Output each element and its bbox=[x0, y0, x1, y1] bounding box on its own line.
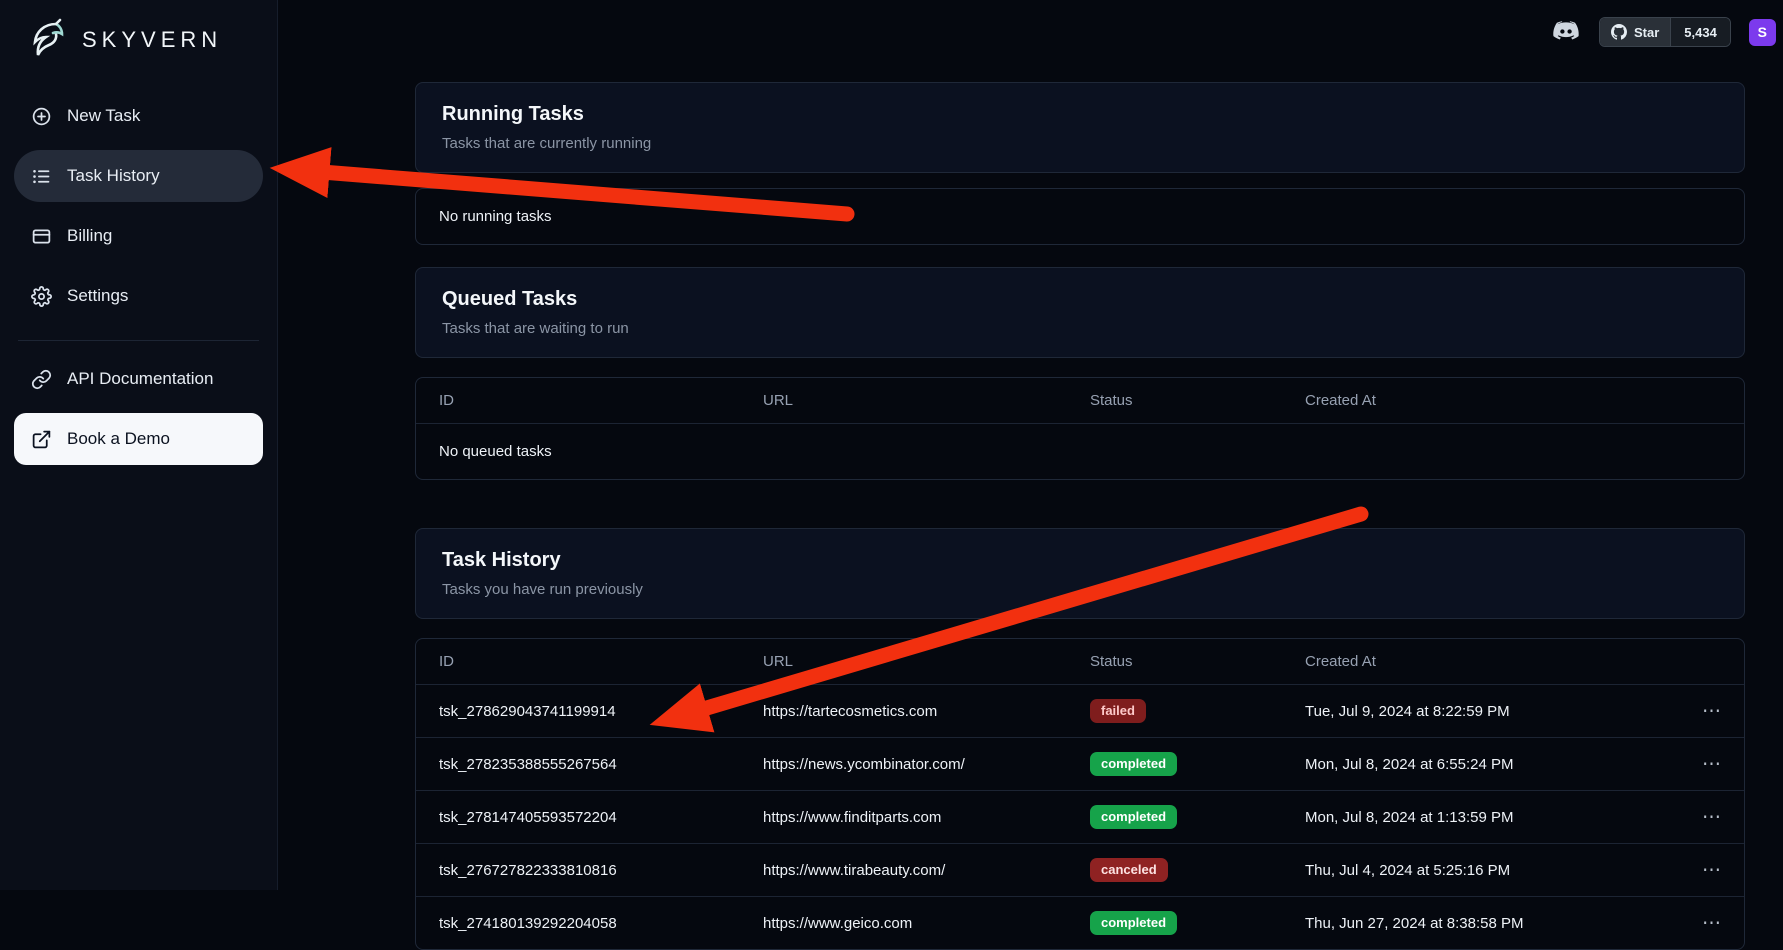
queued-table-header-row: ID URL Status Created At bbox=[416, 378, 1744, 423]
link-icon bbox=[31, 369, 52, 390]
main-content: Running Tasks Tasks that are currently r… bbox=[415, 82, 1745, 950]
github-icon bbox=[1611, 24, 1627, 40]
list-icon bbox=[31, 166, 52, 187]
task-id: tsk_276727822333810816 bbox=[439, 862, 763, 879]
history-table-header-row: ID URL Status Created At bbox=[416, 639, 1744, 684]
external-link-icon bbox=[31, 429, 52, 450]
status-badge: completed bbox=[1090, 911, 1177, 935]
status-badge: completed bbox=[1090, 752, 1177, 776]
queued-tasks-header: Queued Tasks Tasks that are waiting to r… bbox=[415, 267, 1745, 358]
sidebar-item-label: New Task bbox=[67, 106, 140, 126]
table-row[interactable]: tsk_276727822333810816 https://www.tirab… bbox=[416, 843, 1744, 896]
queued-tasks-table: ID URL Status Created At No queued tasks bbox=[415, 377, 1745, 480]
task-url: https://www.geico.com bbox=[763, 915, 1090, 932]
github-star-label: Star bbox=[1634, 25, 1659, 40]
credit-card-icon bbox=[31, 226, 52, 247]
gear-icon bbox=[31, 286, 52, 307]
task-created-at: Thu, Jul 4, 2024 at 5:25:16 PM bbox=[1305, 862, 1677, 879]
task-history-section: Task History Tasks you have run previous… bbox=[415, 528, 1745, 950]
sidebar-item-task-history[interactable]: Task History bbox=[14, 150, 263, 202]
column-header-created-at: Created At bbox=[1305, 392, 1677, 409]
sidebar-item-label: Billing bbox=[67, 226, 112, 246]
queued-tasks-section: Queued Tasks Tasks that are waiting to r… bbox=[415, 267, 1745, 480]
app-root: { "app": { "title": "SKYVERN" }, "topbar… bbox=[0, 0, 1783, 890]
column-header-id: ID bbox=[439, 392, 763, 409]
github-star-button[interactable]: Star bbox=[1600, 18, 1670, 46]
task-url: https://tartecosmetics.com bbox=[763, 703, 1090, 720]
task-id: tsk_278629043741199914 bbox=[439, 703, 763, 720]
row-actions-button[interactable]: ⋯ bbox=[1677, 806, 1721, 829]
task-url: https://www.tirabeauty.com/ bbox=[763, 862, 1090, 879]
skyvern-logo[interactable]: SKYVERN bbox=[14, 0, 263, 78]
status-badge: canceled bbox=[1090, 858, 1168, 882]
task-history-table: ID URL Status Created At tsk_27862904374… bbox=[415, 638, 1745, 950]
task-url: https://news.ycombinator.com/ bbox=[763, 756, 1090, 773]
sidebar-divider bbox=[18, 340, 259, 341]
sidebar-nav-secondary: API Documentation Book a Demo bbox=[14, 353, 263, 465]
sidebar-item-label: Book a Demo bbox=[67, 429, 170, 449]
task-created-at: Mon, Jul 8, 2024 at 6:55:24 PM bbox=[1305, 756, 1677, 773]
column-header-url: URL bbox=[763, 392, 1090, 409]
sidebar-item-api-documentation[interactable]: API Documentation bbox=[14, 353, 263, 405]
task-history-header: Task History Tasks you have run previous… bbox=[415, 528, 1745, 619]
table-row[interactable]: tsk_278629043741199914 https://tartecosm… bbox=[416, 684, 1744, 737]
task-created-at: Thu, Jun 27, 2024 at 8:38:58 PM bbox=[1305, 915, 1677, 932]
running-tasks-header: Running Tasks Tasks that are currently r… bbox=[415, 82, 1745, 173]
table-row[interactable]: tsk_278147405593572204 https://www.findi… bbox=[416, 790, 1744, 843]
row-actions-button[interactable]: ⋯ bbox=[1677, 753, 1721, 776]
plus-circle-icon bbox=[31, 106, 52, 127]
row-actions-button[interactable]: ⋯ bbox=[1677, 859, 1721, 882]
column-header-status: Status bbox=[1090, 392, 1305, 409]
sidebar-item-label: Settings bbox=[67, 286, 128, 306]
running-tasks-section: Running Tasks Tasks that are currently r… bbox=[415, 82, 1745, 245]
running-tasks-subtitle: Tasks that are currently running bbox=[442, 135, 1718, 152]
queued-tasks-empty: No queued tasks bbox=[416, 423, 1744, 479]
sidebar-item-settings[interactable]: Settings bbox=[14, 270, 263, 322]
discord-glyph bbox=[1551, 20, 1581, 44]
discord-icon[interactable] bbox=[1551, 20, 1581, 44]
sidebar-item-label: Task History bbox=[67, 166, 160, 186]
sidebar-item-label: API Documentation bbox=[67, 369, 213, 389]
skyvern-dragon-icon bbox=[22, 16, 70, 64]
sidebar-item-billing[interactable]: Billing bbox=[14, 210, 263, 262]
running-tasks-empty: No running tasks bbox=[416, 189, 1744, 244]
task-created-at: Tue, Jul 9, 2024 at 8:22:59 PM bbox=[1305, 703, 1677, 720]
queued-tasks-title: Queued Tasks bbox=[442, 288, 1718, 311]
github-star-widget[interactable]: Star 5,434 bbox=[1599, 17, 1731, 47]
status-badge: completed bbox=[1090, 805, 1177, 829]
book-a-demo-button[interactable]: Book a Demo bbox=[14, 413, 263, 465]
status-badge: failed bbox=[1090, 699, 1146, 723]
app-title: SKYVERN bbox=[82, 27, 222, 53]
user-avatar[interactable]: S bbox=[1749, 19, 1776, 46]
column-header-id: ID bbox=[439, 653, 763, 670]
running-tasks-title: Running Tasks bbox=[442, 103, 1718, 126]
column-header-created-at: Created At bbox=[1305, 653, 1677, 670]
sidebar: SKYVERN New Task Task History Billing Se… bbox=[0, 0, 278, 890]
queued-tasks-subtitle: Tasks that are waiting to run bbox=[442, 320, 1718, 337]
github-star-count[interactable]: 5,434 bbox=[1670, 18, 1730, 46]
task-history-title: Task History bbox=[442, 549, 1718, 572]
task-history-subtitle: Tasks you have run previously bbox=[442, 581, 1718, 598]
table-row[interactable]: tsk_278235388555267564 https://news.ycom… bbox=[416, 737, 1744, 790]
column-header-url: URL bbox=[763, 653, 1090, 670]
topbar: Star 5,434 S S bbox=[1551, 15, 1783, 49]
table-row[interactable]: tsk_274180139292204058 https://www.geico… bbox=[416, 896, 1744, 949]
sidebar-nav-primary: New Task Task History Billing Settings bbox=[14, 90, 263, 322]
task-url: https://www.finditparts.com bbox=[763, 809, 1090, 826]
row-actions-button[interactable]: ⋯ bbox=[1677, 700, 1721, 723]
task-id: tsk_278235388555267564 bbox=[439, 756, 763, 773]
task-id: tsk_278147405593572204 bbox=[439, 809, 763, 826]
task-id: tsk_274180139292204058 bbox=[439, 915, 763, 932]
row-actions-button[interactable]: ⋯ bbox=[1677, 912, 1721, 935]
avatar-initial: S bbox=[1758, 24, 1767, 40]
sidebar-item-new-task[interactable]: New Task bbox=[14, 90, 263, 142]
running-tasks-panel: No running tasks bbox=[415, 188, 1745, 245]
task-created-at: Mon, Jul 8, 2024 at 1:13:59 PM bbox=[1305, 809, 1677, 826]
column-header-status: Status bbox=[1090, 653, 1305, 670]
